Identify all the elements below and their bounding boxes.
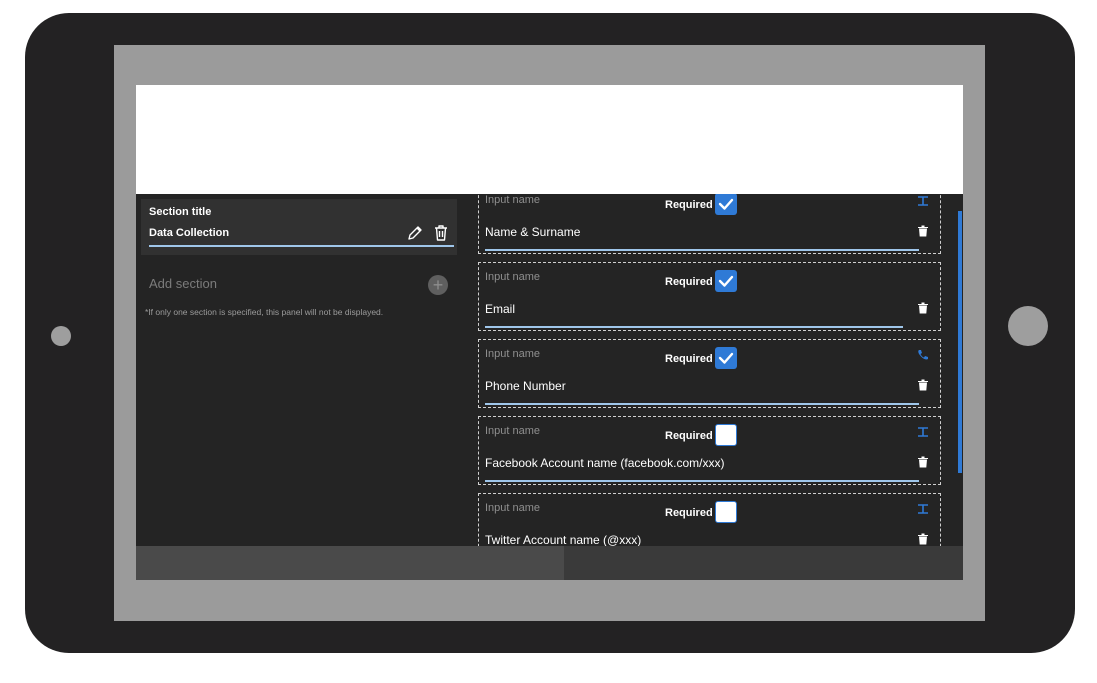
required-label: Required <box>665 353 713 365</box>
input-name-value[interactable]: Email <box>485 302 515 316</box>
required-checkbox[interactable] <box>715 194 737 215</box>
required-label: Required <box>665 199 713 211</box>
input-name-label: Input name <box>485 425 541 437</box>
footer-left <box>136 546 564 580</box>
trash-icon[interactable] <box>918 455 928 468</box>
required-label: Required <box>665 430 713 442</box>
input-name-label: Input name <box>485 194 541 206</box>
section-title-underline <box>149 245 454 247</box>
input-name-value[interactable]: Name & Surname <box>485 225 580 239</box>
field-card[interactable]: Input name Required Facebook Account name … <box>478 416 941 485</box>
trash-icon[interactable] <box>434 225 448 241</box>
input-underline <box>485 326 903 328</box>
footer-right <box>564 546 963 580</box>
input-underline <box>485 249 919 251</box>
add-section-label: Add section <box>149 276 217 291</box>
input-name-label: Input name <box>485 502 541 514</box>
home-button[interactable] <box>1008 306 1048 346</box>
sections-panel: Section title Data Collection Add sectio… <box>136 194 475 546</box>
field-card[interactable]: Input name Required Phone Number <box>478 339 941 408</box>
camera-dot <box>51 326 71 346</box>
add-section-button[interactable]: + <box>428 275 448 295</box>
input-name-value[interactable]: Phone Number <box>485 379 566 393</box>
input-name-label: Input name <box>485 271 541 283</box>
field-card[interactable]: Input name Required Twitter Account name (… <box>478 493 941 546</box>
fields-list: Input name Required Name & Surname Input na… <box>478 194 944 546</box>
app-screen: Section title Data Collection Add sectio… <box>136 85 963 580</box>
trash-icon[interactable] <box>918 301 928 314</box>
section-title-value[interactable]: Data Collection <box>149 227 229 239</box>
trash-icon[interactable] <box>918 378 928 391</box>
trash-icon[interactable] <box>918 532 928 545</box>
required-checkbox[interactable] <box>715 270 737 292</box>
field-card[interactable]: Input name Required Name & Surname <box>478 194 941 254</box>
required-checkbox[interactable] <box>715 347 737 369</box>
text-icon[interactable] <box>917 194 929 206</box>
input-name-label: Input name <box>485 348 541 360</box>
text-icon[interactable] <box>917 502 929 514</box>
section-card[interactable]: Section title Data Collection <box>141 199 457 255</box>
required-label: Required <box>665 276 713 288</box>
required-label: Required <box>665 507 713 519</box>
input-underline <box>485 403 919 405</box>
section-note: *If only one section is specified, this … <box>145 307 384 317</box>
field-card[interactable]: Input name Required Email <box>478 262 941 331</box>
text-icon[interactable] <box>917 425 929 437</box>
section-title-label: Section title <box>149 206 212 218</box>
required-checkbox[interactable] <box>715 424 737 446</box>
required-checkbox[interactable] <box>715 501 737 523</box>
header-area <box>136 85 963 194</box>
scrollbar[interactable] <box>958 211 962 473</box>
input-underline <box>485 480 919 482</box>
pencil-icon[interactable] <box>407 225 423 241</box>
input-name-value[interactable]: Twitter Account name (@xxx) <box>485 533 641 546</box>
input-name-value[interactable]: Facebook Account name (facebook.com/xxx) <box>485 456 724 470</box>
trash-icon[interactable] <box>918 224 928 237</box>
phone-icon[interactable] <box>917 348 929 360</box>
